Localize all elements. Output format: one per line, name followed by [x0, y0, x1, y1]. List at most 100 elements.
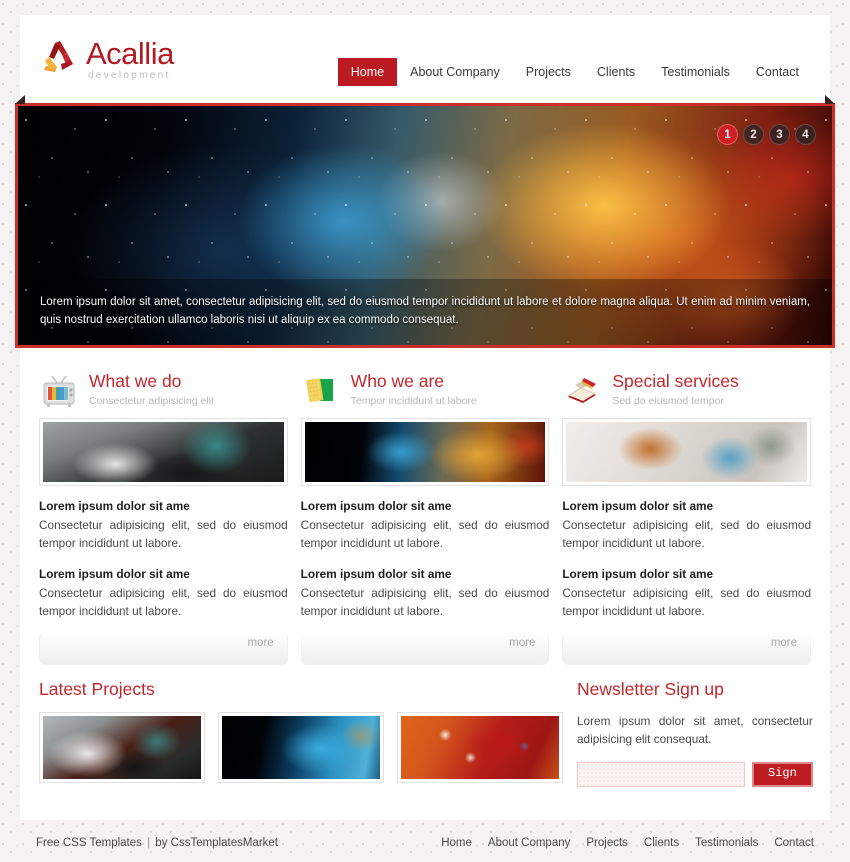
page-root: Acallia development Home About Company P… [0, 0, 850, 862]
footer-nav-item-contact[interactable]: Contact [774, 837, 814, 849]
entry-title: Lorem ipsum dolor sit ame [300, 499, 452, 513]
footer-nav-item-testimonials[interactable]: Testimonials [695, 837, 758, 849]
site-header: Acallia development Home About Company P… [20, 15, 830, 103]
footer-nav: Home About Company Projects Clients Test… [441, 837, 814, 849]
feature-image-abstract [566, 422, 808, 482]
logo-title: Acallia [86, 36, 174, 71]
footer-credit-separator: | [147, 837, 151, 849]
feature-column-footer: more [562, 633, 812, 665]
feature-image-nebula [304, 422, 546, 482]
feature-column-header: Special services Sed do eiusmod tempor [562, 369, 811, 411]
nav-item-testimonials[interactable]: Testimonials [648, 58, 743, 86]
hero-banner[interactable]: 1 2 3 4 Lorem ipsum dolor sit amet, cons… [15, 103, 835, 348]
nav-item-projects[interactable]: Projects [513, 58, 584, 86]
latest-projects-block: Latest Projects [39, 679, 563, 787]
footer-nav-item-home[interactable]: Home [441, 837, 472, 849]
entry-title: Lorem ipsum dolor sit ame [39, 499, 190, 513]
entry-text: Consectetur adipisicing elit, sed do eiu… [300, 518, 550, 550]
newsletter-form: Sign up [577, 762, 813, 799]
more-link[interactable]: more [509, 637, 535, 649]
newsletter-email-input[interactable] [577, 762, 745, 787]
bottom-section: Latest Projects Newsletter Sign up Lorem… [20, 665, 830, 799]
ribbon-fold-left-icon [15, 95, 25, 104]
feature-column-title: Who we are [350, 371, 445, 391]
newsletter-block: Newsletter Sign up Lorem ipsum dolor sit… [577, 679, 813, 799]
feature-entry: Lorem ipsum dolor sit ame Consectetur ad… [39, 499, 288, 552]
site-footer: Free CSS Templates | by CssTemplatesMark… [20, 826, 830, 860]
footer-credit-right: by CssTemplatesMarket [155, 837, 279, 849]
feature-column-subtitle: Tempor incididunt ut labore [350, 395, 477, 407]
feature-column-title: What we do [89, 371, 182, 391]
slider-dot-2[interactable]: 2 [743, 124, 764, 145]
footer-nav-item-clients[interactable]: Clients [644, 837, 679, 849]
more-link[interactable]: more [771, 637, 797, 649]
project-thumbnail-list [39, 712, 563, 783]
entry-text: Consectetur adipisicing elit, sed do eiu… [39, 518, 288, 550]
feature-column-title-block: Who we are Tempor incididunt ut labore [351, 371, 477, 409]
footer-credit-left: Free CSS Templates [36, 837, 142, 849]
slider-dot-3[interactable]: 3 [769, 124, 790, 145]
project-thumb-gray[interactable] [39, 712, 205, 783]
project-thumb-red[interactable] [397, 712, 563, 783]
footer-nav-item-projects[interactable]: Projects [586, 837, 628, 849]
slider-dot-1[interactable]: 1 [717, 124, 738, 145]
entry-title: Lorem ipsum dolor sit ame [300, 567, 452, 581]
nav-item-contact[interactable]: Contact [743, 58, 812, 86]
feature-column-subtitle: Sed do eiusmod tempor [612, 395, 724, 407]
newsletter-signup-button[interactable]: Sign up [752, 762, 813, 799]
project-thumb-blue[interactable] [218, 712, 384, 783]
entry-text: Consectetur adipisicing elit, sed do eiu… [562, 586, 812, 618]
entry-text: Consectetur adipisicing elit, sed do eiu… [39, 586, 288, 618]
logo-subtitle: development [88, 70, 171, 81]
feature-column-title: Special services [612, 371, 739, 391]
hero-banner-zone: 1 2 3 4 Lorem ipsum dolor sit amet, cons… [15, 95, 835, 353]
feature-entry: Lorem ipsum dolor sit ame Consectetur ad… [39, 567, 288, 620]
books-icon [301, 371, 341, 409]
feature-column-header: Who we are Tempor incididunt ut labore [301, 369, 550, 411]
feature-image-graffiti [43, 422, 284, 482]
nav-item-about-company[interactable]: About Company [397, 58, 513, 86]
feature-column-title-block: Special services Sed do eiusmod tempor [612, 371, 738, 409]
feature-entry: Lorem ipsum dolor sit ame Consectetur ad… [301, 567, 550, 620]
project-thumb-image [401, 716, 559, 779]
feature-column-special-services: Special services Sed do eiusmod tempor L… [562, 369, 812, 665]
footer-nav-item-about-company[interactable]: About Company [488, 837, 570, 849]
feature-column-image [300, 418, 550, 486]
feature-column-image [562, 418, 812, 486]
newsletter-description: Lorem ipsum dolor sit amet, consectetur … [577, 714, 813, 746]
site-logo[interactable]: Acallia development [40, 35, 174, 81]
feature-column-what-we-do: What we do Consectetur adipisicing elit … [39, 369, 288, 665]
ribbon-fold-right-icon [825, 95, 835, 104]
slider-pager: 1 2 3 4 [717, 124, 816, 145]
feature-columns: What we do Consectetur adipisicing elit … [20, 353, 830, 665]
feature-column-subtitle: Consectetur adipisicing elit [89, 395, 214, 407]
nav-item-home[interactable]: Home [337, 58, 398, 86]
hero-banner-caption: Lorem ipsum dolor sit amet, consectetur … [18, 279, 832, 345]
logo-text-block: Acallia development [86, 35, 174, 81]
feature-entry: Lorem ipsum dolor sit ame Consectetur ad… [562, 567, 811, 620]
entry-text: Consectetur adipisicing elit, sed do eiu… [300, 586, 550, 618]
feature-column-header: What we do Consectetur adipisicing elit [39, 369, 288, 411]
project-thumb-image [222, 716, 380, 779]
entry-title: Lorem ipsum dolor sit ame [39, 567, 190, 581]
feature-column-footer: more [300, 633, 550, 665]
feature-column-footer: more [39, 633, 288, 665]
entry-title: Lorem ipsum dolor sit ame [562, 567, 714, 581]
nav-item-clients[interactable]: Clients [584, 58, 648, 86]
primary-nav: Home About Company Projects Clients Test… [337, 58, 812, 86]
feature-entry: Lorem ipsum dolor sit ame Consectetur ad… [301, 499, 550, 552]
feature-entry: Lorem ipsum dolor sit ame Consectetur ad… [562, 499, 811, 552]
entry-title: Lorem ipsum dolor sit ame [562, 499, 714, 513]
footer-credit: Free CSS Templates | by CssTemplatesMark… [36, 837, 278, 849]
feature-column-title-block: What we do Consectetur adipisicing elit [89, 371, 214, 409]
feature-column-who-we-are: Who we are Tempor incididunt ut labore L… [300, 369, 550, 665]
television-icon [39, 371, 79, 409]
more-link[interactable]: more [247, 637, 273, 649]
project-thumb-image [43, 716, 201, 779]
newsletter-title: Newsletter Sign up [577, 679, 724, 699]
latest-projects-title: Latest Projects [39, 679, 155, 699]
feature-column-image [39, 418, 288, 486]
entry-text: Consectetur adipisicing elit, sed do eiu… [562, 518, 812, 550]
slider-dot-4[interactable]: 4 [795, 124, 816, 145]
open-book-icon [562, 371, 602, 409]
